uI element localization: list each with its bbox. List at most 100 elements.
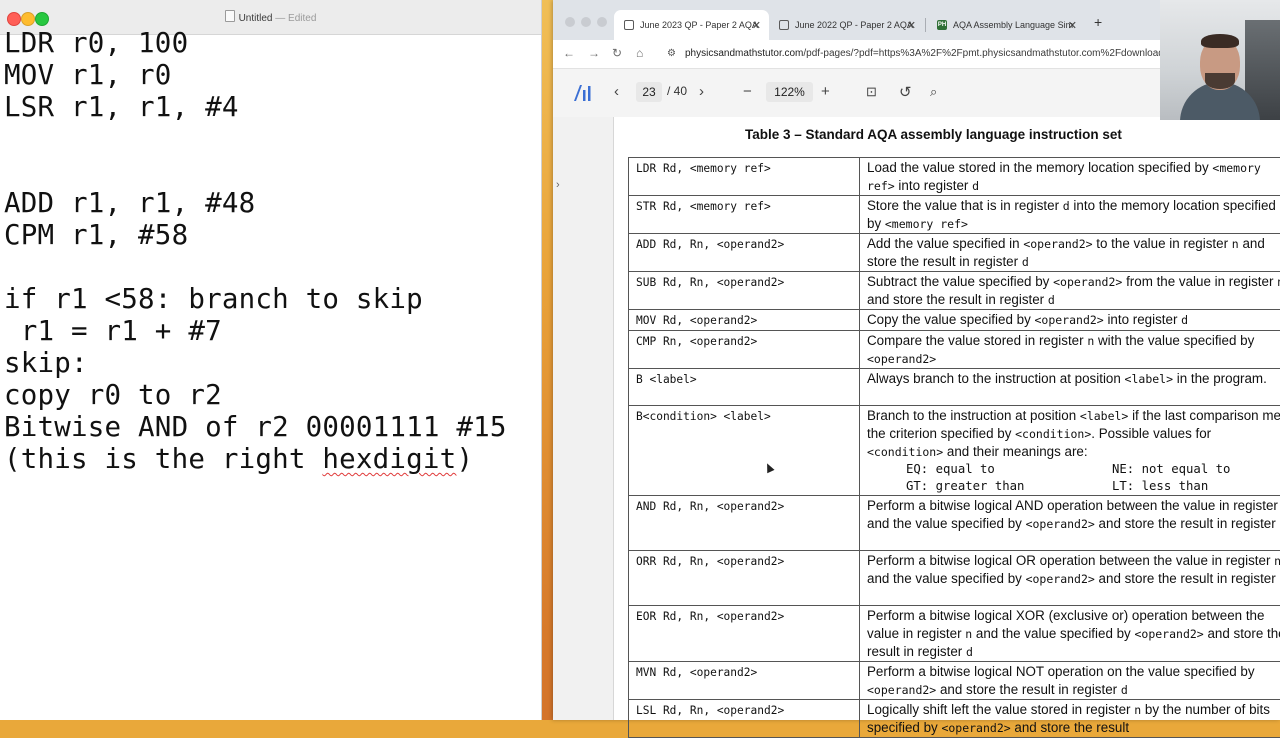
text-line: LDR r0, 100 [4,27,188,59]
instruction-syntax: SUB Rd, Rn, <operand2> [629,272,860,310]
text-editor-body[interactable]: LDR r0, 100 MOV r1, r0 LSR r1, r1, #4 AD… [0,36,541,720]
table-row: B <label>Always branch to the instructio… [629,369,1280,406]
table-row: AND Rd, Rn, <operand2>Perform a bitwise … [629,496,1280,551]
instruction-description: Load the value stored in the memory loca… [860,158,1280,196]
instruction-syntax: LDR Rd, <memory ref> [629,158,860,196]
tab-aqa-assembly-sim[interactable]: PH AQA Assembly Language Sim ✕ [927,10,1085,40]
instruction-description: Always branch to the instruction at posi… [860,369,1280,406]
webcam-overlay [1160,0,1280,120]
instruction-description: Perform a bitwise logical OR operation b… [860,551,1280,606]
edited-status: — Edited [275,13,316,24]
table-row: EOR Rd, Rn, <operand2>Perform a bitwise … [629,606,1280,662]
instruction-description: Perform a bitwise logical XOR (exclusive… [860,606,1280,662]
instruction-description: Copy the value specified by <operand2> i… [860,310,1280,331]
text-line: if r1 <58: branch to skip [4,283,423,315]
instruction-syntax: EOR Rd, Rn, <operand2> [629,606,860,662]
condition-code: EQ: equal to [906,461,1112,478]
instruction-syntax: ADD Rd, Rn, <operand2> [629,234,860,272]
text-fragment: (this is the right [4,443,322,475]
instruction-description: Logically shift left the value stored in… [860,700,1280,738]
text-line: LSR r1, r1, #4 [4,91,239,123]
site-settings-icon[interactable]: ⚙ [667,44,677,64]
instruction-syntax: CMP Rn, <operand2> [629,331,860,369]
condition-code: LT: less than [1112,478,1280,495]
instruction-description: Add the value specified in <operand2> to… [860,234,1280,272]
new-tab-button[interactable]: + [1094,14,1102,30]
instruction-syntax: MVN Rd, <operand2> [629,662,860,700]
instruction-syntax: AND Rd, Rn, <operand2> [629,496,860,551]
instruction-description: Branch to the instruction at position <l… [860,406,1280,496]
maximize-window-button[interactable] [597,17,607,27]
window-title: Untitled — Edited [0,10,541,24]
table-row: CMP Rn, <operand2>Compare the value stor… [629,331,1280,369]
instruction-description: Compare the value stored in register n w… [860,331,1280,369]
table-row: SUB Rd, Rn, <operand2>Subtract the value… [629,272,1280,310]
text-fragment: ) [456,443,473,475]
webcam-person-beard [1205,73,1235,89]
condition-code: NE: not equal to [1112,461,1280,478]
reload-icon[interactable]: ↻ [612,46,622,60]
instruction-syntax: B<condition> <label> [629,406,860,496]
close-tab-icon[interactable]: ✕ [907,19,916,32]
instruction-syntax: B <label> [629,369,860,406]
text-line: MOV r1, r0 [4,59,172,91]
forward-arrow-icon[interactable]: → [588,46,600,60]
minimize-window-button[interactable] [581,17,591,27]
text-line: ADD r1, r1, #48 [4,187,255,219]
zoom-level[interactable]: 122% [766,82,813,102]
table-row: LDR Rd, <memory ref>Load the value store… [629,158,1280,196]
pdf-sidebar-collapsed: › [553,117,614,720]
text-line: r1 = r1 + #7 [4,315,222,347]
tab-divider [925,18,926,32]
url-host: physicsandmathstutor.com [685,48,803,59]
document-favicon-icon [779,20,789,30]
close-tab-icon[interactable]: ✕ [752,19,761,32]
close-window-button[interactable] [565,17,575,27]
instruction-syntax: ORR Rd, Rn, <operand2> [629,551,860,606]
tab-label: June 2022 QP - Paper 2 AQA [795,20,913,30]
home-icon[interactable]: ⌂ [636,46,643,60]
table-title: Table 3 – Standard AQA assembly language… [745,127,1122,142]
chevron-right-icon[interactable]: › [556,179,560,191]
tab-label: June 2023 QP - Paper 2 AQA [640,20,758,30]
instruction-syntax: MOV Rd, <operand2> [629,310,860,331]
tab-june-2022-qp[interactable]: June 2022 QP - Paper 2 AQA ✕ [769,10,924,40]
tab-june-2023-qp[interactable]: June 2023 QP - Paper 2 AQA ✕ [614,10,769,40]
document-title: Untitled [239,13,273,24]
instruction-syntax: LSL Rd, Rn, <operand2> [629,700,860,738]
webcam-person-hair [1201,34,1239,48]
text-line: copy r0 to r2 [4,379,222,411]
table-row: MOV Rd, <operand2>Copy the value specifi… [629,310,1280,331]
instruction-table: LDR Rd, <memory ref>Load the value store… [628,157,1280,738]
rotate-icon[interactable]: ↺ [899,83,912,101]
table-row: STR Rd, <memory ref>Store the value that… [629,196,1280,234]
table-row: LSL Rd, Rn, <operand2>Logically shift le… [629,700,1280,738]
table-row: MVN Rd, <operand2>Perform a bitwise logi… [629,662,1280,700]
pdf-viewport[interactable]: › Table 3 – Standard AQA assembly langua… [553,117,1280,720]
table-row: B<condition> <label>Branch to the instru… [629,406,1280,496]
page-total: / 40 [667,84,687,98]
instruction-description: Subtract the value specified by <operand… [860,272,1280,310]
textedit-window: Untitled — Edited LDR r0, 100 MOV r1, r0… [0,0,542,720]
text-line: skip: [4,347,88,379]
misspelled-word[interactable]: hexdigit [322,443,456,475]
url-path: /pdf-pages/?pdf=https%3A%2F%2Fpmt.physic… [803,48,1163,59]
fit-page-icon[interactable]: ⊡ [866,84,877,100]
next-page-icon[interactable]: › [699,83,704,100]
zoom-out-icon[interactable]: − [743,83,752,100]
instruction-description: Perform a bitwise logical NOT operation … [860,662,1280,700]
pdf-sidebar-toggle-icon[interactable] [571,82,593,104]
text-line: (this is the right hexdigit) [4,443,473,475]
back-arrow-icon[interactable]: ← [563,46,575,60]
document-icon [225,10,235,22]
text-line: Bitwise AND of r2 00001111 #15 [4,411,507,443]
ph-favicon-icon: PH [937,20,947,30]
close-tab-icon[interactable]: ✕ [1068,19,1077,32]
instruction-syntax: STR Rd, <memory ref> [629,196,860,234]
zoom-in-icon[interactable]: + [821,83,830,100]
search-icon[interactable]: ⌕ [930,84,937,100]
pdf-page: Table 3 – Standard AQA assembly language… [614,117,1280,720]
previous-page-icon[interactable]: ‹ [614,83,619,100]
page-number-input[interactable]: 23 [636,82,662,102]
document-favicon-icon [624,20,634,30]
